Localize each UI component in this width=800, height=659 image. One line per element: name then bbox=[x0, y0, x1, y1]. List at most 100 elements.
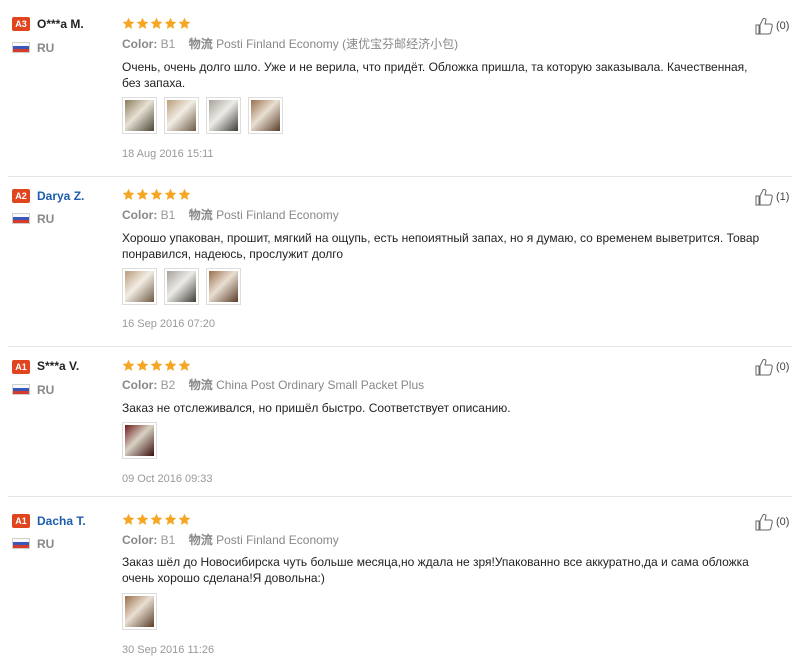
logistics-value: China Post Ordinary Small Packet Plus bbox=[216, 378, 425, 392]
buyer-level-badge: A3 bbox=[12, 17, 30, 31]
reviewer-name: S***a V. bbox=[37, 359, 80, 373]
color-value: B1 bbox=[160, 533, 176, 547]
helpful-button[interactable]: (0) bbox=[754, 512, 789, 532]
photo-image bbox=[125, 596, 154, 627]
reviewer-name[interactable]: Dacha T. bbox=[37, 514, 86, 528]
helpful-count: (0) bbox=[776, 361, 790, 373]
review-photo-thumbnail[interactable] bbox=[206, 97, 241, 134]
star-icon bbox=[136, 188, 149, 200]
star-icon bbox=[122, 513, 135, 525]
star-icon bbox=[164, 17, 177, 29]
star-icon bbox=[164, 513, 177, 525]
order-info: Color: B2 物流 China Post Ordinary Small P… bbox=[122, 378, 424, 392]
photo-image bbox=[209, 271, 238, 302]
order-info: Color: B1 物流 Posti Finland Economy bbox=[122, 208, 339, 222]
rating-stars bbox=[122, 513, 191, 527]
review-date: 30 Sep 2016 11:26 bbox=[122, 644, 215, 656]
star-icon bbox=[136, 17, 149, 29]
helpful-count: (1) bbox=[776, 191, 790, 203]
reviewer-name: O***a M. bbox=[37, 17, 84, 31]
logistics-label: 物流 bbox=[188, 533, 213, 547]
star-icon bbox=[150, 17, 163, 29]
review-date: 16 Sep 2016 07:20 bbox=[122, 318, 215, 330]
color-label: Color: bbox=[122, 378, 158, 392]
color-value: B1 bbox=[160, 37, 176, 51]
color-value: B2 bbox=[160, 378, 176, 392]
star-icon bbox=[136, 359, 149, 371]
buyer-level-badge: A2 bbox=[12, 189, 30, 203]
color-label: Color: bbox=[122, 208, 158, 222]
review-photo-thumbnail[interactable] bbox=[164, 268, 199, 305]
review-item: A3 O***a M. RU Color: B1 物流 Posti Finlan… bbox=[0, 0, 800, 176]
star-icon bbox=[150, 359, 163, 371]
review-photos bbox=[122, 593, 157, 630]
thumbs-up-icon bbox=[755, 188, 773, 206]
logistics-value: Posti Finland Economy bbox=[216, 533, 339, 547]
helpful-count: (0) bbox=[776, 20, 790, 32]
review-text: Заказ не отслеживался, но пришёл быстро.… bbox=[122, 401, 511, 415]
thumbs-up-icon bbox=[755, 358, 773, 376]
rating-stars bbox=[122, 17, 191, 31]
helpful-count: (0) bbox=[776, 516, 790, 528]
color-label: Color: bbox=[122, 37, 158, 51]
review-text: Очень, очень долго шло. Уже и не верила,… bbox=[122, 60, 748, 90]
photo-image bbox=[125, 425, 154, 456]
russia-flag-icon bbox=[12, 384, 30, 395]
helpful-button[interactable]: (1) bbox=[754, 187, 789, 207]
thumbs-up-icon bbox=[755, 513, 773, 531]
review-photo-thumbnail[interactable] bbox=[122, 97, 157, 134]
color-value: B1 bbox=[160, 208, 176, 222]
star-icon bbox=[164, 359, 177, 371]
review-photo-thumbnail[interactable] bbox=[122, 268, 157, 305]
logistics-value: Posti Finland Economy bbox=[216, 208, 339, 222]
review-photo-thumbnail[interactable] bbox=[206, 268, 241, 305]
photo-image bbox=[125, 100, 154, 131]
logistics-label: 物流 bbox=[188, 37, 213, 51]
star-icon bbox=[136, 513, 149, 525]
review-photos bbox=[122, 97, 283, 134]
star-icon bbox=[122, 188, 135, 200]
helpful-button[interactable]: (0) bbox=[754, 16, 789, 36]
photo-image bbox=[167, 100, 196, 131]
star-icon bbox=[178, 17, 191, 29]
star-icon bbox=[150, 188, 163, 200]
star-icon bbox=[178, 513, 191, 525]
star-icon bbox=[178, 359, 191, 371]
photo-image bbox=[209, 100, 238, 131]
photo-image bbox=[125, 271, 154, 302]
photo-image bbox=[167, 271, 196, 302]
logistics-label: 物流 bbox=[188, 378, 213, 392]
reviewer-country: RU bbox=[37, 212, 55, 226]
review-item: A1 S***a V. RU Color: B2 物流 China Post O… bbox=[0, 346, 800, 496]
review-text: Заказ шёл до Новосибирска чуть больше ме… bbox=[122, 555, 749, 585]
russia-flag-icon bbox=[12, 42, 30, 53]
review-photo-thumbnail[interactable] bbox=[164, 97, 199, 134]
star-icon bbox=[122, 17, 135, 29]
logistics-value: Posti Finland Economy (速优宝芬邮经济小包) bbox=[216, 37, 459, 51]
review-photo-thumbnail[interactable] bbox=[248, 97, 283, 134]
helpful-button[interactable]: (0) bbox=[754, 357, 789, 377]
color-label: Color: bbox=[122, 533, 158, 547]
photo-image bbox=[251, 100, 280, 131]
review-photos bbox=[122, 268, 241, 305]
review-item: A1 Dacha T. RU Color: B1 物流 Posti Finlan… bbox=[0, 496, 800, 659]
review-photo-thumbnail[interactable] bbox=[122, 422, 157, 459]
rating-stars bbox=[122, 188, 191, 202]
star-icon bbox=[122, 359, 135, 371]
review-photo-thumbnail[interactable] bbox=[122, 593, 157, 630]
thumbs-up-icon bbox=[755, 17, 773, 35]
star-icon bbox=[150, 513, 163, 525]
review-photos bbox=[122, 422, 157, 459]
order-info: Color: B1 物流 Posti Finland Economy bbox=[122, 533, 339, 547]
review-date: 09 Oct 2016 09:33 bbox=[122, 473, 213, 485]
buyer-level-badge: A1 bbox=[12, 514, 30, 528]
reviewer-country: RU bbox=[37, 41, 55, 55]
buyer-level-badge: A1 bbox=[12, 360, 30, 374]
rating-stars bbox=[122, 359, 191, 373]
russia-flag-icon bbox=[12, 213, 30, 224]
reviewer-name[interactable]: Darya Z. bbox=[37, 189, 84, 203]
review-text: Хорошо упакован, прошит, мягкий на ощупь… bbox=[122, 231, 760, 261]
logistics-label: 物流 bbox=[188, 208, 213, 222]
order-info: Color: B1 物流 Posti Finland Economy (速优宝芬… bbox=[122, 37, 458, 51]
star-icon bbox=[178, 188, 191, 200]
